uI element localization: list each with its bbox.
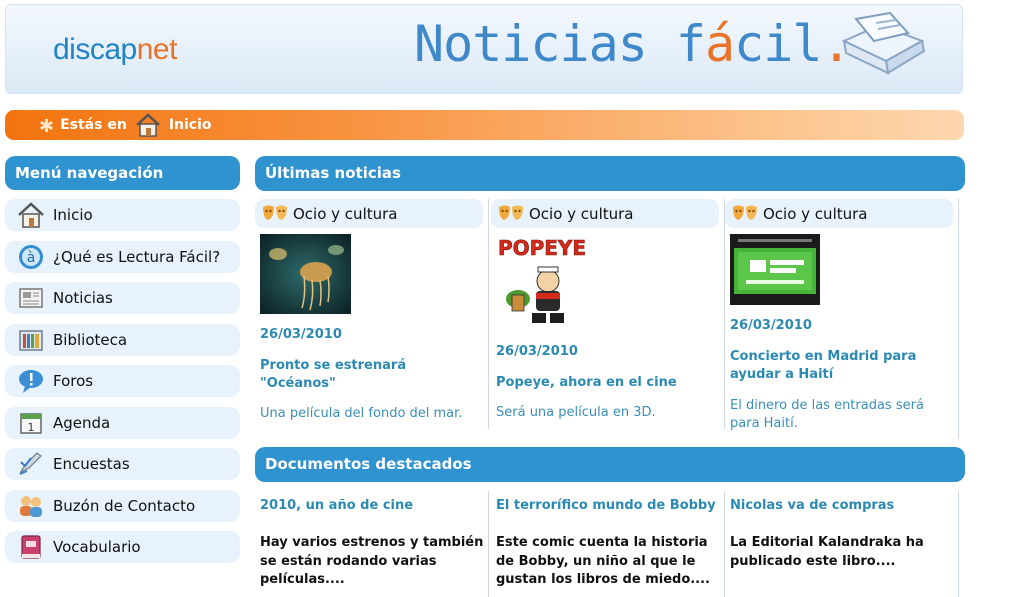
news-category[interactable]: Ocio y cultura — [491, 199, 719, 228]
theater-masks-icon — [499, 205, 523, 220]
nav-item-label: ¿Qué es Lectura Fácil? — [53, 247, 221, 266]
asterisk-icon: ✱ — [39, 116, 55, 137]
news-date: 26/03/2010 — [496, 344, 578, 359]
svg-text:POPEYE: POPEYE — [498, 236, 586, 260]
news-description: Será una película en 3D. — [496, 405, 656, 420]
nav-item-encuestas[interactable]: Encuestas — [5, 448, 240, 480]
news-item: Ocio y cultura 26/03/2010 Pronto se estr… — [255, 199, 489, 429]
nav-item-label: Noticias — [53, 289, 113, 307]
news-description: El dinero de las entradas será para Hait… — [730, 398, 924, 431]
news-category-label: Ocio y cultura — [293, 204, 398, 223]
nav-item-label: Biblioteca — [53, 330, 128, 349]
nav-menu: Inicio à ¿Qué es Lectura Fácil? Noticias… — [5, 199, 240, 573]
news-category[interactable]: Ocio y cultura — [725, 199, 953, 228]
doc-text: La Editorial Kalandraka ha publicado est… — [730, 535, 924, 569]
home-icon — [18, 202, 44, 228]
news-description: Una película del fondo del mar. — [260, 406, 463, 421]
news-thumbnail-popeye[interactable]: POPEYE — [496, 233, 588, 331]
svg-text:1: 1 — [28, 421, 35, 434]
doc-text: Hay varios estrenos y también se están r… — [260, 535, 484, 587]
letter-a-icon: à — [19, 244, 43, 269]
noticias-facil-logo[interactable]: Noticias fácil.es — [414, 15, 910, 73]
theater-masks-icon — [263, 205, 287, 220]
nav-item-agenda[interactable]: 1 Agenda — [5, 406, 240, 439]
books-icon — [19, 329, 43, 351]
news-category-label: Ocio y cultura — [529, 204, 634, 223]
news-title-link[interactable]: Popeye, ahora en el cine — [496, 374, 716, 392]
news-title-link[interactable]: Concierto en Madrid para ayudar a Haití — [730, 348, 950, 384]
people-icon — [20, 495, 42, 517]
news-thumbnail-concert[interactable] — [730, 234, 820, 305]
news-item: Ocio y cultura 26/03/2010 Concierto en M… — [725, 199, 959, 439]
discapnet-logo[interactable]: discapnet — [53, 33, 177, 67]
nav-item-buzon-contacto[interactable]: Buzón de Contacto — [5, 489, 240, 522]
calendar-icon: 1 — [20, 412, 42, 434]
theater-masks-icon — [733, 205, 757, 220]
site-header: discapnet Noticias fácil.es — [5, 4, 963, 94]
dictionary-icon — [21, 535, 41, 559]
nav-item-label: Buzón de Contacto — [53, 496, 196, 515]
nav-item-foros[interactable]: Foros — [5, 365, 240, 397]
newspaper-icon — [19, 288, 43, 308]
nav-item-biblioteca[interactable]: Biblioteca — [5, 323, 240, 356]
news-item: Ocio y cultura POPEYE 26/03/2010 Popeye,… — [491, 199, 725, 429]
doc-title-link[interactable]: El terrorífico mundo de Bobby — [496, 498, 716, 513]
nav-menu-title: Menú navegación — [5, 156, 240, 190]
news-thumbnail-jellyfish[interactable] — [260, 234, 351, 314]
nav-item-label: Agenda — [53, 413, 111, 432]
nav-item-inicio[interactable]: Inicio — [5, 199, 240, 231]
nav-item-label: Encuestas — [53, 455, 130, 473]
news-category[interactable]: Ocio y cultura — [255, 199, 483, 228]
featured-docs-header: Documentos destacados — [255, 447, 965, 482]
svg-text:à: à — [27, 250, 36, 266]
news-title-link[interactable]: Pronto se estrenará "Océanos" — [260, 357, 480, 393]
news-date: 26/03/2010 — [730, 318, 812, 333]
nav-item-noticias[interactable]: Noticias — [5, 282, 240, 314]
breadcrumb: ✱ Estás en Inicio — [5, 110, 964, 140]
breadcrumb-prefix: Estás en — [60, 117, 127, 133]
doc-text: Este comic cuenta la historia de Bobby, … — [496, 535, 710, 587]
doc-item: El terrorífico mundo de Bobby Este comic… — [491, 491, 725, 597]
latest-news-header: Últimas noticias — [255, 156, 965, 191]
nav-item-label: Inicio — [53, 206, 93, 224]
doc-title-link[interactable]: 2010, un año de cine — [260, 498, 413, 513]
doc-item: Nicolas va de compras La Editorial Kalan… — [725, 491, 959, 597]
nav-item-label: Vocabulario — [53, 538, 141, 556]
doc-title-link[interactable]: Nicolas va de compras — [730, 498, 894, 513]
survey-pencil-icon — [19, 452, 42, 475]
nav-item-vocabulario[interactable]: Vocabulario — [5, 531, 240, 563]
open-book-icon — [841, 11, 926, 75]
news-date: 26/03/2010 — [260, 327, 342, 342]
breadcrumb-current-link[interactable]: Inicio — [169, 117, 212, 133]
speech-bubble-icon — [19, 370, 43, 393]
nav-item-lectura-facil[interactable]: à ¿Qué es Lectura Fácil? — [5, 240, 240, 273]
home-icon[interactable] — [135, 113, 161, 137]
nav-item-label: Foros — [53, 372, 94, 390]
news-category-label: Ocio y cultura — [763, 204, 868, 223]
doc-item: 2010, un año de cine Hay varios estrenos… — [255, 491, 489, 597]
